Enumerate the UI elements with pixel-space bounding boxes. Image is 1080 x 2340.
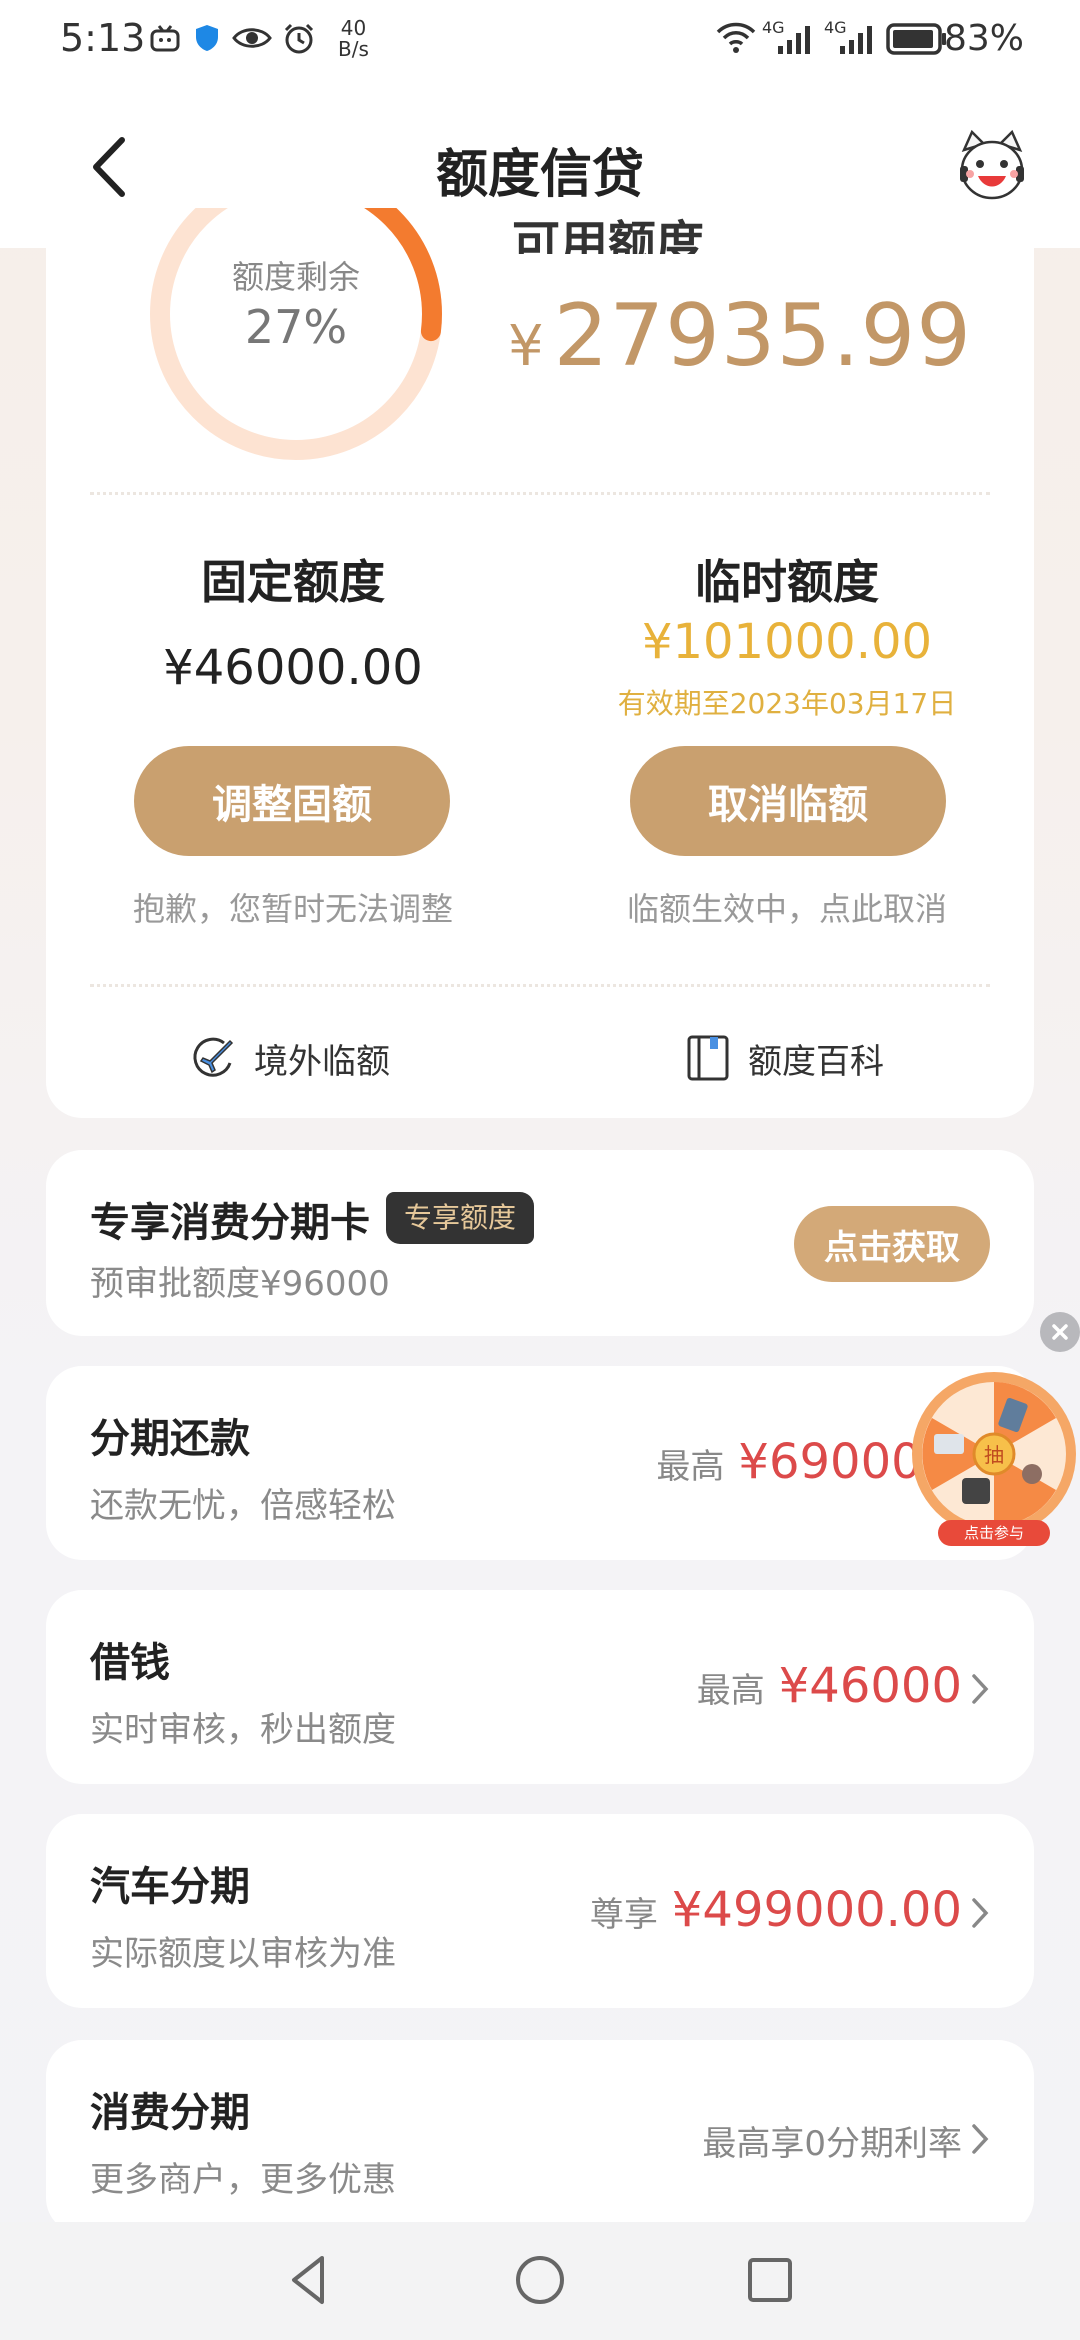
get-promo-button[interactable]: 点击获取 [794, 1206, 990, 1282]
nav-home-icon[interactable] [510, 2250, 570, 2310]
lottery-wheel-widget[interactable]: 抽 点击参与 [908, 1370, 1080, 1560]
fixed-note-wrap: 抱歉，您暂时无法调整 [46, 884, 540, 930]
shield-icon [196, 25, 218, 51]
temp-amount-wrap: ¥101000.00 [540, 614, 1034, 670]
cancel-temp-button[interactable]: 取消临额 [630, 746, 946, 856]
chevron-right-icon [972, 1674, 989, 1704]
product-rate-info: 最高享0分期利率 [702, 2116, 962, 2165]
fixed-title: 固定额度 [46, 546, 540, 612]
temp-note[interactable]: 临额生效中，点此取消 [627, 890, 947, 928]
product-amount-info: 尊享 ¥499000.00 [590, 1882, 962, 1938]
product-card-car-installment[interactable]: 汽车分期 实际额度以审核为准 尊享 ¥499000.00 [46, 1814, 1034, 2008]
product-card-consumer-installment[interactable]: 消费分期 更多商户，更多优惠 最高享0分期利率 [46, 2040, 1034, 2234]
fixed-note: 抱歉，您暂时无法调整 [132, 890, 453, 928]
nav-back-icon[interactable] [280, 2250, 340, 2310]
battery-icon [886, 23, 946, 55]
product-amount: ¥46000 [778, 1658, 962, 1714]
product-subtitle: 还款无忧，倍感轻松 [90, 1486, 396, 1526]
plane-globe-icon [193, 1037, 234, 1077]
product-subtitle: 实际额度以审核为准 [90, 1934, 396, 1974]
product-subtitle: 实时审核，秒出额度 [90, 1710, 396, 1750]
credit-wiki-link[interactable]: 额度百科 [686, 1028, 884, 1088]
temp-title-text: 临时额度 [695, 555, 879, 609]
available-amount-value: 27935.99 [553, 286, 972, 386]
status-time: 5:13 [60, 16, 146, 60]
signal-1-icon [778, 26, 810, 54]
signal-2-icon [840, 26, 872, 54]
installment-card-promo[interactable]: 专享消费分期卡 专享额度 预审批额度¥96000 点击获取 [46, 1150, 1034, 1336]
product-card-borrow[interactable]: 借钱 实时审核，秒出额度 最高 ¥46000 [46, 1590, 1034, 1784]
overseas-limit-label: 境外临额 [254, 1041, 390, 1082]
tv-app-icon [150, 25, 180, 52]
wheel-cta: 点击参与 [964, 1524, 1024, 1542]
temp-title: 临时额度 [540, 546, 1034, 612]
ring-label: 额度剩余 [231, 258, 360, 296]
system-nav-bar [0, 2222, 1080, 2340]
available-currency: ¥ [508, 314, 544, 379]
divider [90, 492, 990, 495]
temp-amount: ¥101000.00 [641, 614, 933, 670]
chevron-right-icon [972, 2124, 989, 2154]
close-floating-button[interactable] [1040, 1312, 1080, 1352]
book-icon [687, 1035, 729, 1081]
divider [90, 984, 990, 987]
alarm-icon [284, 23, 314, 54]
page: 5:13 40 B/s 4G 4G 83% 额度信贷 额度剩余 27% 可用额度… [0, 0, 1080, 2340]
net-speed-unit: B/s [338, 37, 369, 61]
battery-percent: 83% [943, 18, 1024, 59]
credit-wiki-label: 额度百科 [748, 1041, 884, 1082]
product-amount: ¥499000.00 [671, 1882, 962, 1938]
fixed-amount-wrap: ¥46000.00 [46, 640, 540, 696]
credit-summary-card: 额度剩余 27% 可用额度 ¥27935.99 固定额度 ¥46000.00 调… [46, 208, 1034, 1118]
temp-expiry-wrap: 有效期至2023年03月17日 [540, 682, 1034, 722]
available-label: 可用额度 [512, 216, 705, 254]
customer-service-mascot-icon[interactable] [952, 128, 1032, 208]
product-amount-prefix: 最高 [696, 1671, 765, 1711]
product-card-installment-repay[interactable]: 分期还款 还款无忧，倍感轻松 最高 ¥69000.00 [46, 1366, 1034, 1560]
chevron-right-icon [972, 1898, 989, 1928]
wifi-icon [716, 22, 756, 53]
net-speed: 40 B/s [338, 18, 369, 60]
product-amount-info: 最高 ¥46000 [697, 1658, 962, 1714]
product-amount-prefix: 最高 [656, 1447, 725, 1487]
product-title: 汽车分期 [90, 1864, 250, 1910]
temp-expiry: 有效期至2023年03月17日 [617, 687, 957, 720]
product-title: 消费分期 [90, 2090, 250, 2136]
close-icon [1052, 1324, 1068, 1340]
adjust-fixed-button[interactable]: 调整固额 [134, 746, 450, 856]
nav-recents-icon[interactable] [740, 2250, 800, 2310]
prize-wheel-icon: 抽 点击参与 [912, 1372, 1076, 1546]
temp-note-wrap: 临额生效中，点此取消 [540, 884, 1034, 930]
available-amount: ¥27935.99 [508, 286, 972, 386]
net-speed-value: 40 [340, 16, 367, 40]
fixed-title-text: 固定额度 [201, 555, 385, 609]
page-title: 额度信贷 [435, 145, 644, 205]
eye-icon [232, 28, 272, 48]
product-rate-text: 最高享0分期利率 [702, 2124, 962, 2164]
ring-percent: 27% [244, 300, 348, 354]
wheel-center-label: 抽 [984, 1443, 1004, 1467]
fixed-amount: ¥46000.00 [163, 640, 423, 696]
product-title: 借钱 [90, 1640, 170, 1686]
product-amount-prefix: 尊享 [589, 1895, 658, 1935]
product-title: 分期还款 [90, 1416, 250, 1462]
promo-subtitle: 预审批额度¥96000 [90, 1264, 390, 1304]
overseas-limit-link[interactable]: 境外临额 [190, 1028, 390, 1088]
product-subtitle: 更多商户，更多优惠 [90, 2160, 396, 2200]
promo-title: 专享消费分期卡 [90, 1200, 370, 1246]
status-bar: 5:13 40 B/s 4G 4G 83% [0, 0, 1080, 82]
promo-badge: 专享额度 [386, 1192, 535, 1244]
